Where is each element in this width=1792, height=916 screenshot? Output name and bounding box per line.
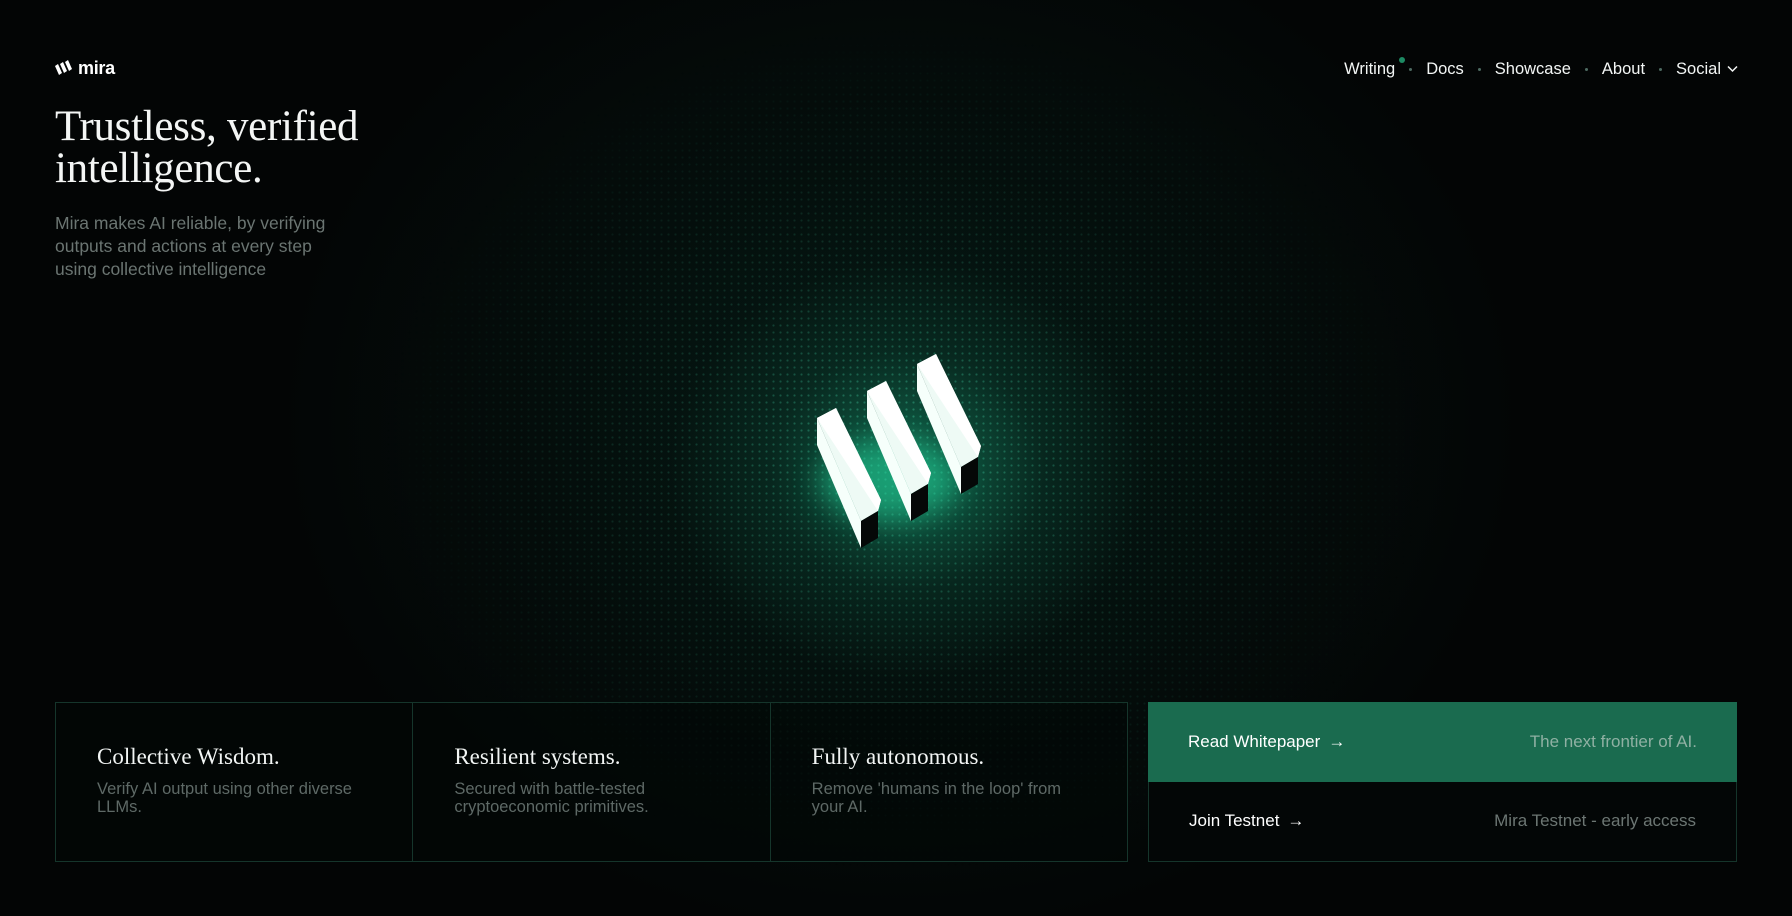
- mira-3d-logo-icon: [817, 354, 981, 548]
- nav-separator-dot: [1659, 67, 1663, 71]
- read-whitepaper-label: Read Whitepaper: [1188, 732, 1321, 751]
- feature-description: Secured with battle-tested cryptoeconomi…: [454, 780, 649, 816]
- nav-item-label: Docs: [1426, 59, 1464, 78]
- feature-title: Fully autonomous.: [811, 744, 985, 769]
- brand-name: mira: [78, 58, 115, 78]
- cta-label: Read Whitepaper →: [1188, 732, 1345, 752]
- nav-separator-dot: [1409, 67, 1413, 71]
- arrow-right-icon: →: [1287, 811, 1305, 830]
- hero-subtitle: Mira makes AI reliable, by verifying out…: [55, 213, 326, 279]
- arrow-right-icon: →: [1328, 732, 1346, 751]
- read-whitepaper-button[interactable]: Read Whitepaper → The next frontier of A…: [1148, 702, 1737, 782]
- feature-description: Remove 'humans in the loop' from your AI…: [811, 780, 1061, 816]
- feature-title: Collective Wisdom.: [97, 744, 280, 769]
- cta-label: Join Testnet →: [1189, 811, 1304, 831]
- nav-item-label: Showcase: [1494, 59, 1571, 78]
- nav-item-docs[interactable]: Docs: [1426, 60, 1464, 79]
- feature-card-resilient-systems: Resilient systems. Secured with battle-t…: [413, 703, 771, 861]
- nav-item-social[interactable]: Social: [1676, 60, 1738, 79]
- page: mira Writing Docs Showcase About Social …: [0, 0, 1792, 916]
- nav-item-writing[interactable]: Writing: [1344, 56, 1406, 79]
- feature-card-collective-wisdom: Collective Wisdom. Verify AI output usin…: [56, 703, 414, 861]
- nav-item-label: Social: [1676, 59, 1721, 78]
- join-testnet-note: Mira Testnet - early access: [1494, 811, 1696, 830]
- feature-title: Resilient systems.: [454, 744, 621, 769]
- feature-description: Verify AI output using other diverse LLM…: [97, 780, 352, 816]
- hero-title: Trustless, verified intelligence.: [55, 103, 359, 192]
- top-nav: Writing Docs Showcase About Social: [1344, 56, 1738, 80]
- nav-item-label: Writing: [1344, 59, 1396, 78]
- nav-separator-dot: [1584, 67, 1588, 71]
- mira-logo-icon: [55, 60, 72, 75]
- chevron-down-icon: [1727, 65, 1738, 73]
- nav-item-about[interactable]: About: [1602, 60, 1645, 79]
- cta-panel: Read Whitepaper → The next frontier of A…: [1148, 702, 1737, 862]
- nav-item-showcase[interactable]: Showcase: [1495, 60, 1571, 79]
- join-testnet-label: Join Testnet: [1189, 811, 1280, 830]
- join-testnet-button[interactable]: Join Testnet → Mira Testnet - early acce…: [1149, 782, 1736, 860]
- new-indicator-dot: [1399, 56, 1406, 63]
- nav-separator-dot: [1477, 67, 1481, 71]
- feature-card-fully-autonomous: Fully autonomous. Remove 'humans in the …: [771, 703, 1127, 861]
- nav-item-label: About: [1601, 59, 1646, 78]
- read-whitepaper-note: The next frontier of AI.: [1529, 732, 1697, 751]
- features-panel: Collective Wisdom. Verify AI output usin…: [55, 702, 1128, 862]
- brand-logo[interactable]: mira: [55, 58, 115, 78]
